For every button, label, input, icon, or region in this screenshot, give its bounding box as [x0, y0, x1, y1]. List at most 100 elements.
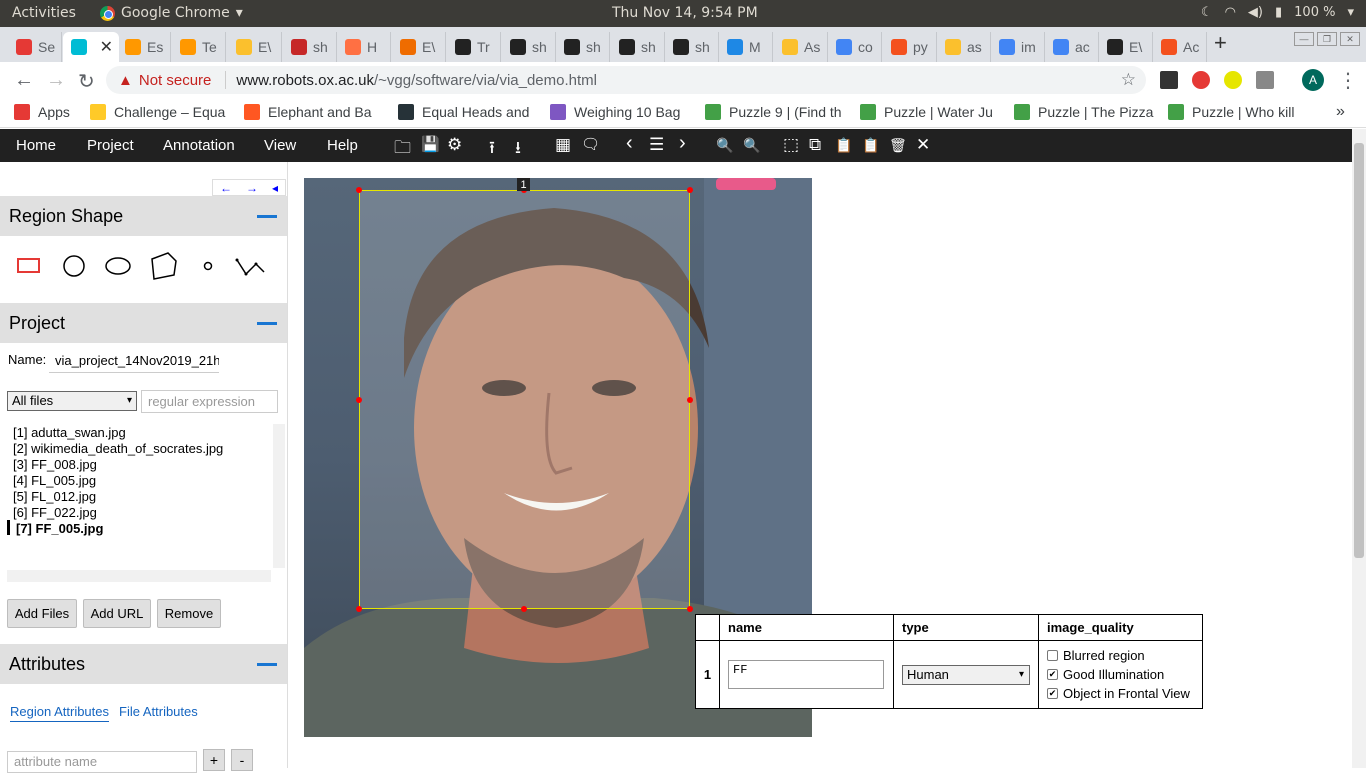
- tab-4[interactable]: Te: [172, 32, 226, 62]
- resize-handle-left[interactable]: [356, 397, 362, 403]
- polyline-shape-icon[interactable]: [234, 254, 266, 278]
- file-list-item[interactable]: [5] FL_012.jpg: [13, 489, 96, 504]
- tab-15[interactable]: As: [774, 32, 828, 62]
- upload-icon[interactable]: ⭱: [489, 135, 495, 164]
- tab-2[interactable]: ✕: [63, 32, 119, 62]
- point-shape-icon[interactable]: [201, 259, 215, 273]
- project-name-input[interactable]: [49, 349, 219, 373]
- checkbox-checked[interactable]: ✔: [1047, 688, 1058, 699]
- copy-icon[interactable]: ⧉: [809, 135, 821, 155]
- grid-view-icon[interactable]: ▦: [555, 135, 571, 155]
- project-header[interactable]: Project: [0, 303, 287, 343]
- file-list-hscroll[interactable]: [7, 570, 271, 582]
- type-select[interactable]: Human ▾: [902, 664, 1030, 685]
- page-scrollbar[interactable]: [1352, 129, 1366, 768]
- tab-21[interactable]: E\: [1099, 32, 1153, 62]
- attribute-name-input[interactable]: attribute name: [7, 751, 197, 773]
- menu-project[interactable]: Project: [87, 137, 134, 154]
- tab-11[interactable]: sh: [556, 32, 610, 62]
- bookmark-6[interactable]: Puzzle 9 | (Find th: [705, 104, 845, 120]
- comment-icon[interactable]: 🗨: [581, 135, 600, 153]
- bookmark-3[interactable]: Elephant and Ba: [244, 104, 384, 120]
- paste-icon[interactable]: 📋: [835, 137, 852, 154]
- bookmark-9[interactable]: Puzzle | Who kill: [1168, 104, 1308, 120]
- bookmark-2[interactable]: Challenge – Equa: [90, 104, 230, 120]
- tab-20[interactable]: ac: [1045, 32, 1099, 62]
- menu-home[interactable]: Home: [16, 137, 56, 154]
- clock[interactable]: Thu Nov 14, 9:54 PM: [612, 5, 758, 21]
- collapse-region-shape-icon[interactable]: [257, 215, 277, 218]
- resize-handle-bottom-right[interactable]: [687, 606, 693, 612]
- quality-option[interactable]: Blurred region: [1047, 646, 1194, 665]
- bookmark-7[interactable]: Puzzle | Water Ju: [860, 104, 1000, 120]
- resize-handle-bottom-left[interactable]: [356, 606, 362, 612]
- tab-5[interactable]: E\: [228, 32, 282, 62]
- extension-arrow-icon[interactable]: [1224, 71, 1242, 89]
- tab-1[interactable]: Se: [8, 32, 62, 62]
- activities-button[interactable]: Activities: [12, 5, 76, 21]
- checkbox-unchecked[interactable]: [1047, 650, 1058, 661]
- file-list-vscroll[interactable]: [273, 424, 285, 568]
- save-icon[interactable]: 💾: [421, 135, 440, 153]
- file-list-item[interactable]: [4] FL_005.jpg: [13, 473, 96, 488]
- resize-handle-top-left[interactable]: [356, 187, 362, 193]
- collapse-attributes-icon[interactable]: [257, 663, 277, 666]
- tab-10[interactable]: sh: [502, 32, 556, 62]
- tab-12[interactable]: sh: [611, 32, 665, 62]
- select-all-icon[interactable]: ⬚: [783, 135, 799, 155]
- not-secure-label[interactable]: Not secure: [139, 72, 212, 89]
- prev-image-icon[interactable]: ‹: [626, 132, 633, 155]
- panel-collapse-icon[interactable]: ◂: [272, 181, 278, 195]
- tab-6[interactable]: sh: [283, 32, 337, 62]
- resize-handle-bottom[interactable]: [521, 606, 527, 612]
- bookmark-star-icon[interactable]: ☆: [1121, 70, 1136, 90]
- quality-option[interactable]: ✔ Object in Frontal View: [1047, 684, 1194, 703]
- attributes-header[interactable]: Attributes: [0, 644, 287, 684]
- close-icon[interactable]: ✕: [916, 135, 930, 155]
- back-button[interactable]: ←: [14, 69, 34, 92]
- menu-annotation[interactable]: Annotation: [163, 137, 235, 154]
- bookmark-8[interactable]: Puzzle | The Pizza: [1014, 104, 1154, 120]
- remove-file-button[interactable]: Remove: [157, 599, 221, 628]
- tab-19[interactable]: im: [991, 32, 1045, 62]
- extension-qr-icon[interactable]: [1160, 71, 1178, 89]
- tab-22[interactable]: Ac: [1153, 32, 1207, 62]
- extension-chart-icon[interactable]: [1256, 71, 1274, 89]
- extension-adblock-icon[interactable]: [1192, 71, 1210, 89]
- system-tray[interactable]: ☾ ◠ ◀) ▮ 100 % ▾: [1201, 5, 1354, 20]
- quality-option[interactable]: ✔ Good Illumination: [1047, 665, 1194, 684]
- tab-7[interactable]: H: [337, 32, 391, 62]
- add-files-button[interactable]: Add Files: [7, 599, 77, 628]
- circle-shape-icon[interactable]: [62, 254, 86, 278]
- tab-18[interactable]: as: [937, 32, 991, 62]
- next-image-icon[interactable]: ›: [679, 132, 686, 155]
- tab-9[interactable]: Tr: [447, 32, 501, 62]
- polygon-shape-icon[interactable]: [148, 251, 178, 281]
- file-list-item[interactable]: [1] adutta_swan.jpg: [13, 425, 126, 440]
- resize-handle-right[interactable]: [687, 397, 693, 403]
- file-list-item[interactable]: [6] FF_022.jpg: [13, 505, 97, 520]
- tab-13[interactable]: sh: [665, 32, 719, 62]
- app-menu[interactable]: Google Chrome ▾: [100, 5, 243, 21]
- reload-button[interactable]: ↻: [78, 69, 95, 94]
- rectangle-shape-icon[interactable]: [17, 256, 41, 276]
- tab-close-icon[interactable]: ✕: [100, 37, 113, 57]
- tab-17[interactable]: py: [883, 32, 937, 62]
- collapse-project-icon[interactable]: [257, 322, 277, 325]
- url-bar[interactable]: ▲ Not secure www.robots.ox.ac.uk /~vgg/s…: [106, 66, 1146, 94]
- settings-icon[interactable]: ⚙: [447, 135, 462, 155]
- resize-handle-top-right[interactable]: [687, 187, 693, 193]
- maximize-button[interactable]: ❐: [1317, 32, 1337, 46]
- delete-region-icon[interactable]: 🗑: [889, 137, 907, 154]
- bookmark-5[interactable]: Weighing 10 Bag: [550, 104, 695, 120]
- menu-help[interactable]: Help: [327, 137, 358, 154]
- ellipse-shape-icon[interactable]: [104, 256, 134, 276]
- image-list-icon[interactable]: ☰: [649, 135, 664, 155]
- tab-region-attributes[interactable]: Region Attributes: [10, 704, 110, 722]
- menu-view[interactable]: View: [264, 137, 296, 154]
- tab-3[interactable]: Es: [117, 32, 171, 62]
- profile-avatar[interactable]: A: [1302, 69, 1324, 91]
- file-list-item[interactable]: [3] FF_008.jpg: [13, 457, 97, 472]
- bookmarks-overflow-icon[interactable]: »: [1336, 103, 1345, 121]
- forward-button[interactable]: →: [46, 69, 66, 92]
